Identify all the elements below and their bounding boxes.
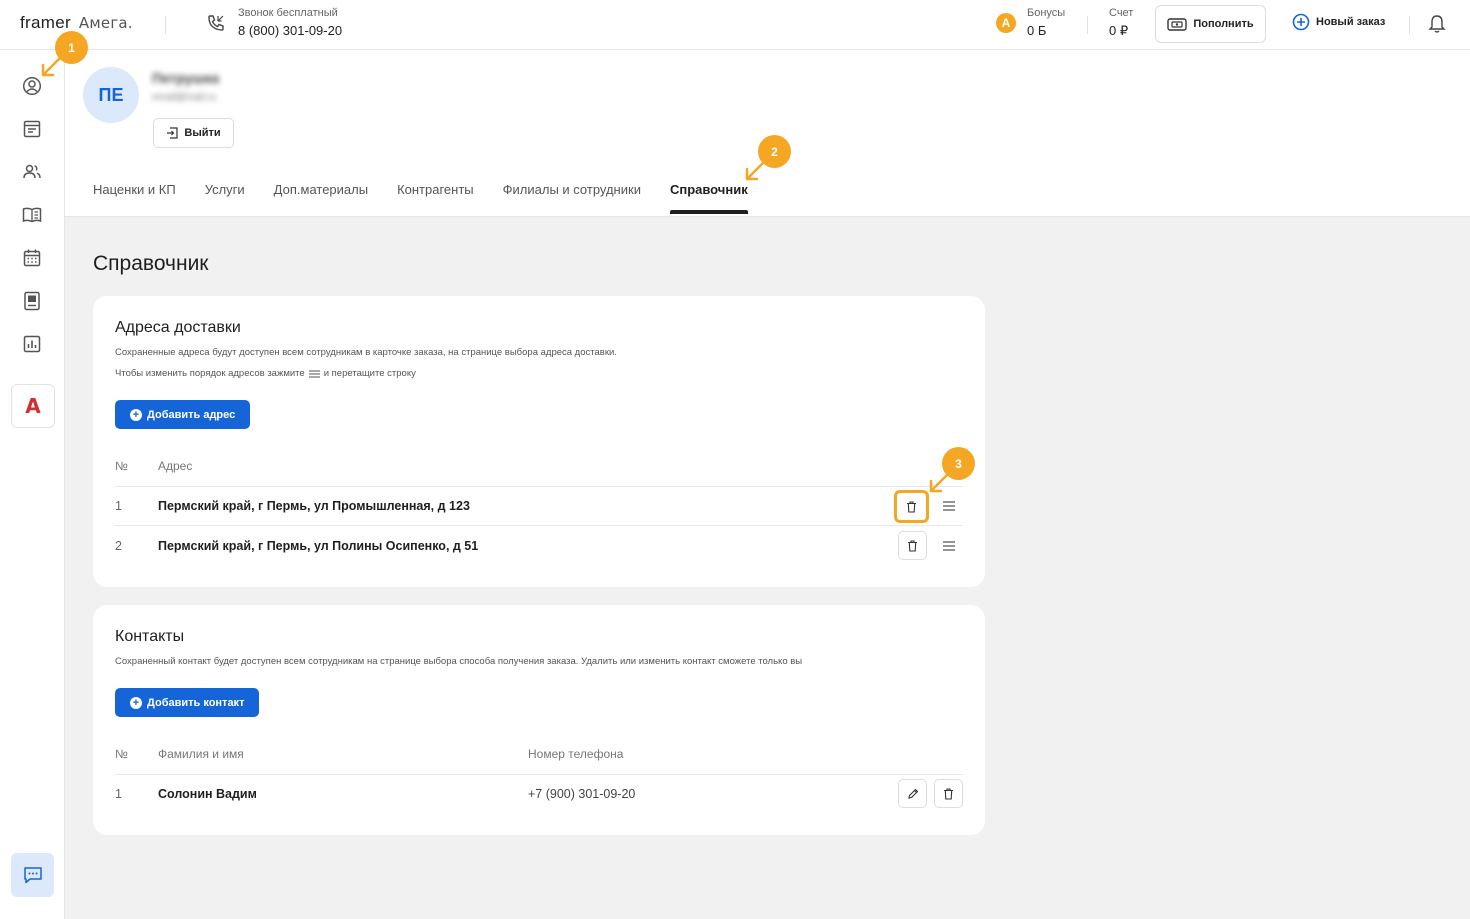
top-bar: framer Амега. Звонок бесплатный 8 (800) … [0, 0, 1470, 50]
contacts-note-text: Сохраненный контакт будет доступен всем … [115, 656, 803, 667]
settings-tabs: Наценки и КП Услуги Доп.материалы Контра… [93, 182, 748, 214]
address-row-text: Пермский край, г Пермь, ул Промышленная,… [158, 499, 470, 513]
topup-button[interactable]: Пополнить [1155, 5, 1266, 43]
contacts-note: Сохраненный контакт будет доступен всем … [115, 656, 802, 667]
contact-row-phone: +7 (900) 301-09-20 [528, 787, 636, 801]
phone-caption: Звонок бесплатный [238, 7, 338, 19]
calendar-icon[interactable] [22, 248, 42, 268]
add-contact-label: Добавить контакт [147, 696, 245, 709]
drag-handle-icon[interactable] [942, 501, 956, 511]
logo-amega: Амега. [78, 14, 133, 32]
trash-icon [908, 539, 917, 552]
reports-icon[interactable] [22, 334, 42, 354]
bell-icon[interactable] [1428, 14, 1446, 34]
contacts-card: Контакты Сохраненный контакт будет досту… [93, 605, 985, 835]
drag-handle-icon[interactable] [942, 541, 956, 551]
support-chat-button[interactable] [11, 853, 54, 897]
tab-services[interactable]: Услуги [205, 182, 245, 211]
reorder-hint-after: и перетащите строку [323, 368, 416, 379]
addresses-title: Адреса доставки [115, 319, 241, 336]
gallery-icon[interactable] [22, 291, 42, 311]
address-row-number: 2 [115, 539, 122, 553]
clients-icon[interactable] [22, 162, 42, 182]
brand-logo-icon: A [25, 394, 41, 418]
wallet-icon [1167, 18, 1188, 31]
divider [165, 16, 166, 34]
addresses-reorder-hint: Чтобы изменить порядок адресов зажмите и… [115, 368, 416, 379]
account-value: 0 ₽ [1109, 23, 1129, 38]
annotation-arrow-icon [41, 56, 62, 77]
tab-counterparties[interactable]: Контрагенты [397, 182, 474, 211]
tab-extra-materials[interactable]: Доп.материалы [274, 182, 368, 211]
row-divider [115, 774, 963, 775]
address-row-number: 1 [115, 499, 122, 513]
divider [1409, 16, 1410, 34]
row-divider [115, 525, 963, 526]
addresses-card: Адреса доставки Сохраненные адреса будут… [93, 296, 985, 587]
annotation-arrow-icon [745, 160, 766, 181]
plus-icon: + [130, 408, 142, 421]
plus-icon: + [130, 696, 142, 709]
phone-icon [208, 15, 224, 31]
bonus-block: Бонусы 0 Б [1027, 7, 1065, 38]
chat-icon [23, 867, 42, 884]
column-header-phone: Номер телефона [528, 747, 624, 761]
avatar: ПЕ [83, 67, 139, 123]
trash-icon [907, 500, 916, 513]
contact-row-number: 1 [115, 787, 122, 801]
contacts-title: Контакты [115, 628, 185, 645]
add-address-label: Добавить адрес [147, 408, 236, 421]
edit-contact-button[interactable] [898, 779, 927, 808]
catalog-icon[interactable] [22, 205, 42, 225]
profile-email: email@mail.ru [152, 92, 217, 103]
column-header-number: № [115, 459, 128, 473]
brand-tile[interactable]: A [11, 384, 55, 428]
addresses-note-text: Сохраненные адреса будут доступен всем с… [115, 347, 617, 358]
account-label: Счет [1109, 7, 1134, 19]
column-header-number: № [115, 747, 128, 761]
add-address-button[interactable]: + Добавить адрес [115, 400, 251, 429]
tab-branches-employees[interactable]: Филиалы и сотрудники [503, 182, 641, 211]
phone-number: 8 (800) 301-09-20 [238, 23, 343, 38]
topup-label: Пополнить [1193, 18, 1254, 30]
logout-button[interactable]: Выйти [153, 118, 234, 148]
bonus-icon: A [996, 13, 1016, 33]
plus-circle-icon [1292, 13, 1310, 31]
drag-handle-icon [308, 370, 320, 377]
divider [1087, 16, 1088, 34]
account-block: Счет 0 ₽ [1109, 7, 1133, 39]
tab-markups[interactable]: Наценки и КП [93, 182, 176, 211]
addresses-note: Сохраненные адреса будут доступен всем с… [115, 347, 617, 358]
new-order-button[interactable]: Новый заказ [1292, 13, 1385, 31]
profile-name: Петрушка [152, 70, 220, 86]
profile-area: ПЕ Петрушка email@mail.ru Выйти Наценки … [65, 50, 1470, 217]
add-contact-button[interactable]: + Добавить контакт [115, 688, 260, 717]
column-header-address: Адрес [158, 459, 193, 473]
address-row-text: Пермский край, г Пермь, ул Полины Осипен… [158, 539, 479, 553]
page-title: Справочник [93, 252, 209, 275]
new-order-label: Новый заказ [1316, 16, 1386, 28]
bonus-label: Бонусы [1027, 7, 1066, 19]
logout-label: Выйти [184, 127, 221, 139]
delete-contact-button[interactable] [934, 779, 963, 808]
pencil-icon [907, 788, 918, 799]
tab-directory[interactable]: Справочник [669, 182, 748, 214]
annotation-arrow-icon [929, 472, 950, 493]
row-divider [115, 486, 963, 487]
reorder-hint-before: Чтобы изменить порядок адресов зажмите [115, 368, 305, 379]
column-header-name: Фамилия и имя [158, 747, 244, 761]
delete-address-button[interactable] [894, 490, 929, 523]
trash-icon [944, 787, 953, 800]
free-call-block[interactable]: Звонок бесплатный 8 (800) 301-09-20 [238, 7, 342, 38]
sidebar: A [0, 50, 65, 919]
logo-framer: framer [20, 13, 71, 32]
logout-icon [167, 127, 178, 139]
orders-icon[interactable] [22, 119, 42, 139]
bonus-value: 0 Б [1027, 23, 1047, 38]
contact-row-name: Солонин Вадим [158, 787, 257, 801]
logo[interactable]: framer Амега. [20, 13, 133, 33]
delete-address-button[interactable] [898, 531, 927, 560]
